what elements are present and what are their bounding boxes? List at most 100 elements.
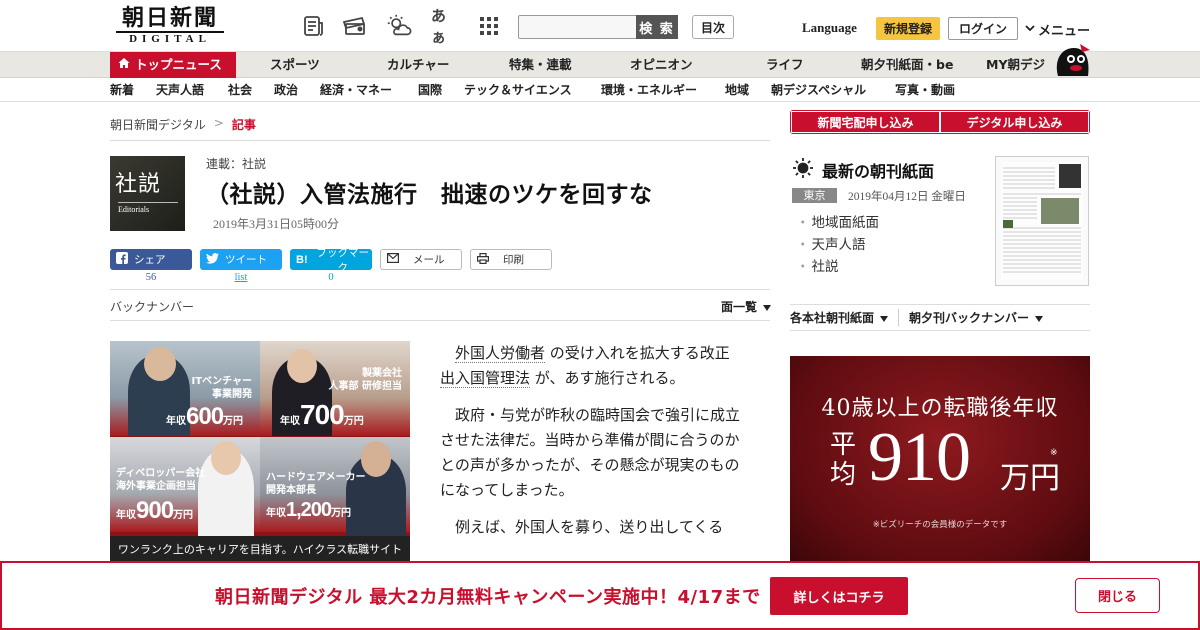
mascot-icon[interactable] xyxy=(1052,42,1092,78)
campaign-text: 朝日新聞デジタル 最大2カ月無料キャンペーン実施中！4/17まで xyxy=(215,587,761,608)
paragraph-text: が、あす施行される。 xyxy=(530,369,685,387)
nav-features[interactable]: 特集・連載 xyxy=(509,52,572,78)
salary-value: 700 xyxy=(300,399,345,430)
paper-link-tensei[interactable]: 天声人語 xyxy=(796,234,879,256)
menu-label: メニュー xyxy=(1038,24,1091,39)
caret-down-icon xyxy=(763,300,772,314)
breadcrumb-home[interactable]: 朝日新聞デジタル xyxy=(110,116,206,133)
nav2-special[interactable]: 朝デジスペシャル xyxy=(771,78,866,102)
ad-job-title: ディベロッパー会社 海外事業企画担当 xyxy=(116,468,206,492)
campaign-detail-button[interactable]: 詳しくはコチラ xyxy=(770,577,908,615)
editorial-thumbnail[interactable]: 社説 Editorials xyxy=(110,156,185,231)
ad-footnote-mark: ※ xyxy=(1050,448,1058,458)
facebook-share-count: 56 xyxy=(145,272,157,283)
language-link[interactable]: Language xyxy=(802,20,857,36)
ad-salary: 年収900万円 xyxy=(116,497,193,525)
weather-icon[interactable] xyxy=(386,13,412,39)
ad-salary: 年収1,200万円 xyxy=(266,499,351,522)
nav2-politics[interactable]: 政治 xyxy=(274,78,298,102)
paragraph-text: の受け入れを拡大する改正 xyxy=(545,344,730,362)
salary-unit: 万円 xyxy=(173,510,194,521)
nav2-environment[interactable]: 環境・エネルギー xyxy=(601,78,697,102)
paper-date: 2019年04月12日 金曜日 xyxy=(848,191,966,203)
salary-unit: 万円 xyxy=(223,416,244,427)
facebook-share-button[interactable]: シェア xyxy=(110,249,192,270)
print-button[interactable]: 印刷 xyxy=(470,249,552,270)
site-logo[interactable]: 朝日新聞 DIGITAL xyxy=(110,6,230,48)
ad-salary-unit: 万円 xyxy=(1000,461,1060,496)
mail-share-button[interactable]: メール xyxy=(380,249,462,270)
nav2-economy[interactable]: 経済・マネー xyxy=(320,78,392,102)
ad-cell: 製薬会社 人事部 研修担当 年収700万円 xyxy=(260,341,410,436)
regional-edition-dropdown[interactable]: 各本社朝刊紙面 xyxy=(790,309,898,326)
login-button[interactable]: ログイン xyxy=(948,17,1018,40)
ticket-icon[interactable] xyxy=(342,13,368,39)
nav-paper[interactable]: 朝夕刊紙面・be xyxy=(861,52,953,78)
nav2-photo[interactable]: 写真・動画 xyxy=(895,78,955,102)
search-input[interactable] xyxy=(518,15,638,39)
nav-my-asahi[interactable]: MY朝デジ xyxy=(986,52,1045,78)
home-icon xyxy=(118,52,130,78)
salary-prefix: 年収 xyxy=(280,416,300,427)
paper-link-editorial[interactable]: 社説 xyxy=(796,256,879,278)
backnumber-dropdown-label: 朝夕刊バックナンバー xyxy=(909,311,1030,325)
nav-life[interactable]: ライフ xyxy=(766,52,804,78)
newspaper-icon[interactable] xyxy=(301,13,327,39)
nav2-tech[interactable]: テック＆サイエンス xyxy=(464,78,572,102)
salary-unit: 万円 xyxy=(343,416,364,427)
nav2-local[interactable]: 地域 xyxy=(725,78,749,102)
hatena-icon: B! xyxy=(296,253,308,266)
ad-salary: 年収600万円 xyxy=(166,403,243,431)
career-ad-banner[interactable]: ITベンチャー 事業開発 年収600万円 製薬会社 人事部 研修担当 年収700… xyxy=(110,341,410,563)
twitter-list-link[interactable]: list xyxy=(200,272,282,283)
backnumber-label[interactable]: バックナンバー xyxy=(110,298,194,315)
keyword-link[interactable]: 外国人労働者 xyxy=(455,344,546,363)
grid-menu-icon[interactable] xyxy=(476,13,502,39)
paper-link-local[interactable]: 地域面紙面 xyxy=(796,212,880,234)
register-button[interactable]: 新規登録 xyxy=(876,17,940,40)
subscription-buttons: 新聞宅配申し込み デジタル申し込み xyxy=(790,110,1090,134)
nav-top-news[interactable]: トップニュース xyxy=(110,52,236,78)
secondary-nav: 新着 天声人語 社会 政治 経済・マネー 国際 テック＆サイエンス 環境・エネル… xyxy=(0,78,1200,102)
search-button[interactable]: 検 索 xyxy=(636,15,678,39)
menu-button[interactable]: メニュー xyxy=(1024,20,1090,39)
twitter-share-button[interactable]: ツイート xyxy=(200,249,282,270)
close-banner-button[interactable]: 閉じる xyxy=(1075,578,1160,613)
keyword-link[interactable]: 出入国管理法 xyxy=(440,369,531,388)
thumb-title: 社説 xyxy=(115,172,162,197)
breadcrumb: 朝日新聞デジタル > 記事 xyxy=(110,116,256,133)
primary-nav: トップニュース スポーツ カルチャー 特集・連載 オピニオン ライフ 朝夕刊紙面… xyxy=(0,52,1200,78)
nav-opinion[interactable]: オピニオン xyxy=(630,52,693,78)
mail-icon xyxy=(387,253,400,266)
print-label: 印刷 xyxy=(503,254,524,266)
ad-cell: ハードウェアメーカー 開発本部長 年収1,200万円 xyxy=(260,437,410,536)
font-size-icon[interactable]: あぁ xyxy=(431,7,457,46)
series-label[interactable]: 連載：社説 xyxy=(206,155,266,172)
digital-subscribe-button[interactable]: デジタル申し込み xyxy=(940,111,1089,133)
salary-ad-banner[interactable]: 40歳以上の転職後年収 平 均 910 万円 ※ ※ビズリーチの会員様のデータで… xyxy=(790,356,1090,563)
nav-culture[interactable]: カルチャー xyxy=(387,52,449,78)
twitter-icon xyxy=(206,252,219,267)
logo-main-text: 朝日新聞 xyxy=(121,5,218,31)
nav2-new[interactable]: 新着 xyxy=(110,78,134,102)
article-paragraph: 例えば、外国人を募り、送り出してくる xyxy=(455,518,724,536)
nav2-world[interactable]: 国際 xyxy=(418,78,442,102)
list-all-dropdown[interactable]: 面一覧 xyxy=(721,298,772,315)
newspaper-thumbnail[interactable] xyxy=(995,156,1089,286)
paper-links: 地域面紙面 天声人語 社説 xyxy=(796,212,880,278)
backnumber-dropdown[interactable]: 朝夕刊バックナンバー xyxy=(898,309,1053,326)
ad-job-title: ハードウェアメーカー 開発本部長 xyxy=(266,472,366,496)
home-delivery-button[interactable]: 新聞宅配申し込み xyxy=(791,111,940,133)
nav2-tensei[interactable]: 天声人語 xyxy=(156,78,204,102)
hatena-bookmark-button[interactable]: B! ブックマーク xyxy=(290,247,372,274)
caret-down-icon xyxy=(1035,311,1044,325)
toc-button[interactable]: 目次 xyxy=(692,15,734,39)
campaign-banner: 朝日新聞デジタル 最大2カ月無料キャンペーン実施中！4/17まで 詳しくはコチラ… xyxy=(0,561,1200,630)
nav-sports[interactable]: スポーツ xyxy=(270,52,320,78)
paper-dropdowns: 各本社朝刊紙面 朝夕刊バックナンバー xyxy=(790,304,1090,331)
divider xyxy=(110,320,770,321)
sun-icon xyxy=(792,157,814,183)
facebook-share-label: シェア xyxy=(134,254,166,266)
ad-average-label: 平 均 xyxy=(830,430,857,490)
nav2-society[interactable]: 社会 xyxy=(228,78,252,102)
